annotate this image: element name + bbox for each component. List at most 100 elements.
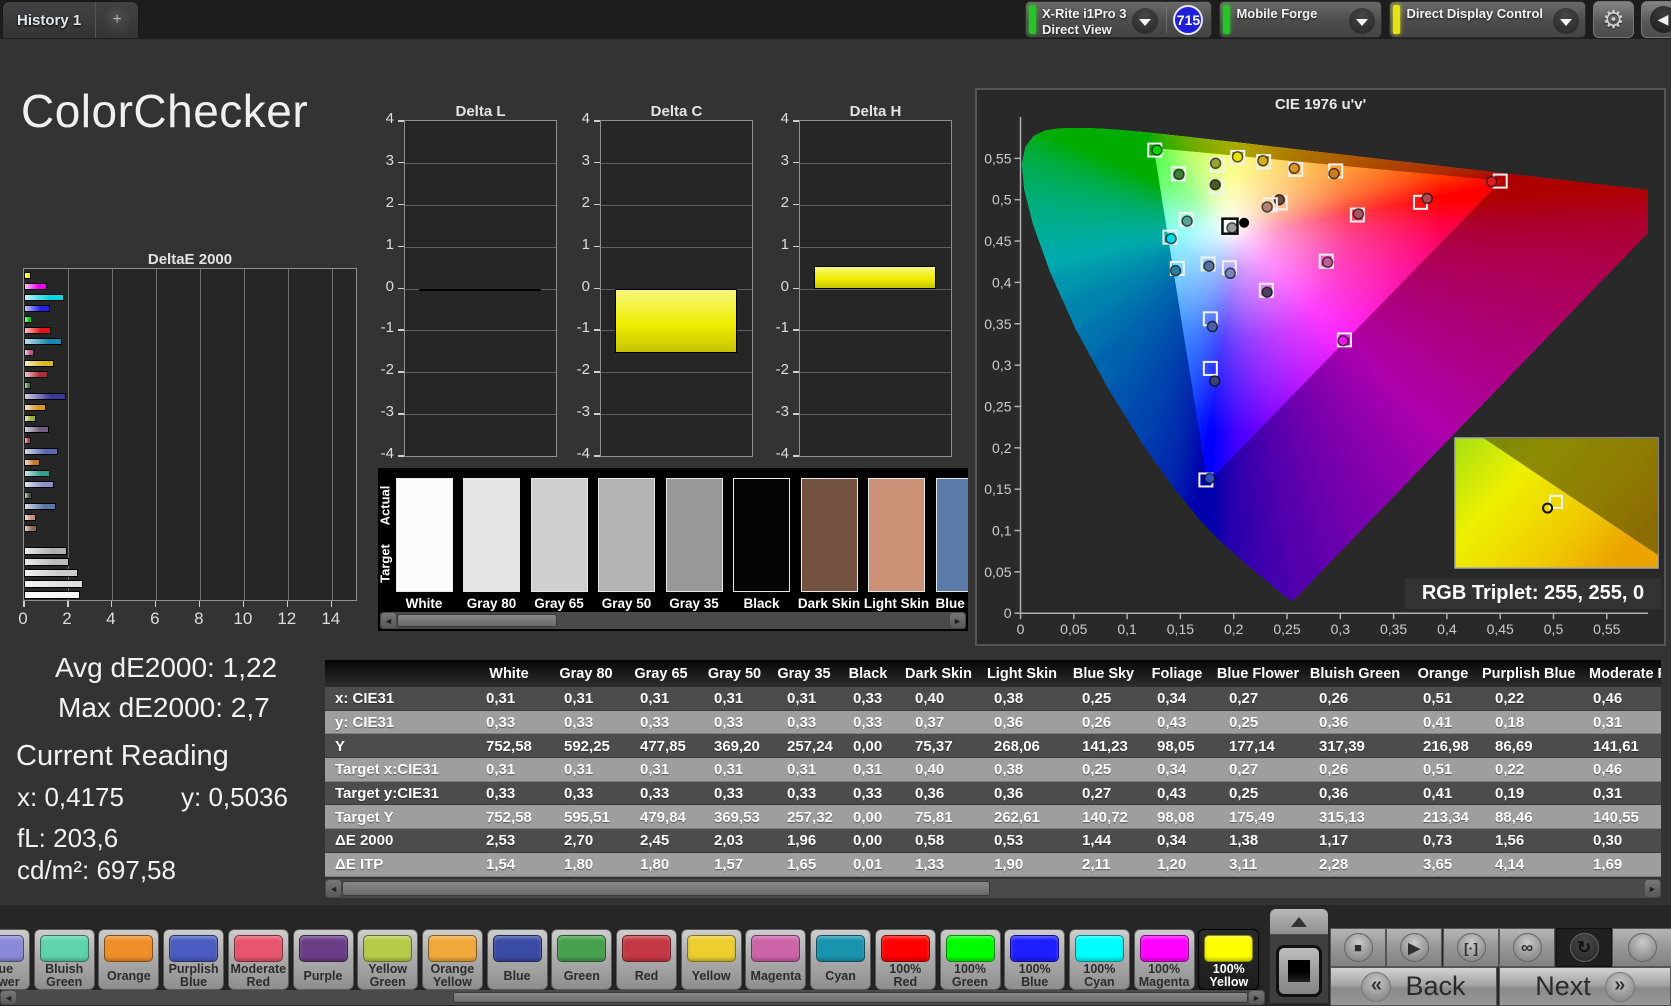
- delta-bar: [615, 288, 737, 354]
- scroll-right-arrow[interactable]: ►: [1249, 991, 1264, 1004]
- patch-button-orange[interactable]: Orange: [98, 929, 160, 990]
- scroll-left-arrow[interactable]: ◄: [381, 613, 396, 628]
- cell: 0,31: [698, 687, 771, 711]
- cell: 752,58: [470, 734, 548, 759]
- stop-button[interactable]: ■: [1330, 928, 1386, 967]
- y-tick-label: 0,45: [984, 233, 1011, 249]
- page-title: ColorChecker: [21, 85, 309, 137]
- bar-100-cyan: [24, 293, 64, 301]
- back-button[interactable]: « Back: [1330, 967, 1497, 1006]
- refresh-button[interactable]: ↻: [1556, 928, 1612, 967]
- scroll-right-arrow[interactable]: ►: [1645, 880, 1660, 897]
- patch-button-bluish-green[interactable]: Bluish Green: [33, 929, 95, 990]
- tick-label: -4: [775, 445, 789, 462]
- bottom-control-bar: Blue Flower Bluish Green Orange Purplish Bl…: [0, 905, 1671, 1006]
- patch-button-label: 100% Green: [951, 962, 989, 989]
- stat-fl: fL: 203,6: [17, 823, 119, 853]
- meter-2[interactable]: Mobile Forge: [1219, 1, 1383, 38]
- top-tab-bar: History 1 + X-Rite i1Pro 3 Direct View 715…: [0, 0, 1671, 39]
- tick-label: -3: [775, 403, 789, 421]
- patch-button-magenta[interactable]: Magenta: [745, 929, 807, 990]
- patch-button-100-magenta[interactable]: 100% Magenta: [1133, 929, 1195, 990]
- cell: 0,00: [837, 734, 899, 759]
- patch-button-yellow-green[interactable]: Yellow Green: [357, 929, 419, 990]
- cell: 98,05: [1141, 734, 1213, 759]
- play-button[interactable]: ▶: [1386, 928, 1442, 967]
- patch-button-cyan[interactable]: Cyan: [810, 929, 872, 990]
- tick-label: -4: [380, 445, 394, 462]
- cell: 315,13: [1303, 805, 1407, 830]
- dropdown-arrow-icon[interactable]: [1132, 8, 1159, 34]
- patch-window-button[interactable]: [1276, 945, 1322, 997]
- tick: [398, 245, 404, 248]
- tick: [793, 287, 799, 289]
- tick-label: 1: [385, 235, 394, 253]
- patch-button-100-blue[interactable]: 100% Blue: [1004, 929, 1066, 990]
- swatch-comparison-panel: Actual Target White Gray 80 Gray 65 Gray 50 Gr…: [378, 468, 968, 631]
- scrollbar-thumb[interactable]: [453, 992, 1248, 1003]
- patch-color-chip: [1010, 935, 1060, 962]
- tick-label: 0: [18, 609, 28, 628]
- cell: 0,25: [1066, 758, 1141, 782]
- patch-button-blue-flower[interactable]: Blue Flower: [0, 929, 30, 990]
- col-header: Gray 50: [698, 660, 771, 687]
- scroll-right-arrow[interactable]: ►: [950, 613, 965, 628]
- tick-label: 2: [62, 609, 72, 628]
- patch-button-100-green[interactable]: 100% Green: [939, 929, 1001, 990]
- target-label: Target: [378, 544, 393, 583]
- patch-scrollbar[interactable]: ◄ ►: [0, 990, 1265, 1005]
- cell: 0,40: [899, 687, 978, 711]
- meter-separator: [1166, 6, 1168, 33]
- cell: 1,96: [771, 829, 837, 853]
- table-row: Target x:CIE31 0,31 0,31 0,31 0,31 0,31 0,31 0,…: [325, 758, 1661, 782]
- expand-up-button[interactable]: [1270, 909, 1328, 935]
- scrollbar-thumb[interactable]: [397, 614, 557, 627]
- table-scrollbar[interactable]: ◄ ►: [325, 879, 1661, 898]
- settings-button[interactable]: ⚙: [1593, 1, 1634, 38]
- col-header: Blue Sky: [1066, 660, 1141, 687]
- patch-color-chip: [39, 935, 89, 962]
- tab-history-1[interactable]: History 1: [3, 2, 95, 38]
- patch-button-yellow[interactable]: Yellow: [680, 929, 742, 990]
- blank-button[interactable]: [1612, 928, 1671, 967]
- patch-button-100-yellow[interactable]: 100% Yellow: [1198, 929, 1260, 990]
- patch-button-moderate-red[interactable]: Moderate Red: [227, 929, 289, 990]
- cell: 0,31: [470, 687, 548, 711]
- swatch-scrollbar[interactable]: ◄ ►: [380, 612, 966, 629]
- next-button[interactable]: Next »: [1499, 967, 1671, 1006]
- scrollbar-thumb[interactable]: [342, 881, 990, 896]
- tick: [398, 287, 404, 289]
- y-tick-label: 0,55: [984, 150, 1011, 166]
- tick-label: 3: [581, 151, 590, 169]
- patch-button-100-red[interactable]: 100% Red: [874, 929, 936, 990]
- patch-button-green[interactable]: Green: [551, 929, 613, 990]
- continuous-button[interactable]: ∞: [1499, 928, 1555, 967]
- patch-button-purplish-blue[interactable]: Purplish Blue: [163, 929, 225, 990]
- gridline: [405, 372, 556, 374]
- gridline: [405, 330, 556, 332]
- patch-button-purple[interactable]: Purple: [292, 929, 354, 990]
- scroll-left-arrow[interactable]: ◄: [326, 880, 341, 897]
- dropdown-arrow-icon[interactable]: [1553, 8, 1579, 34]
- patch-color-chip: [686, 935, 736, 962]
- tick-label: -2: [380, 361, 394, 379]
- cell: 257,32: [771, 805, 837, 830]
- cell: 0,58: [899, 829, 978, 853]
- dropdown-arrow-icon[interactable]: [1349, 8, 1376, 34]
- patch-button-blue[interactable]: Blue: [486, 929, 548, 990]
- collapse-right-button[interactable]: ◀: [1641, 1, 1671, 38]
- single-measure-button[interactable]: [·]: [1443, 928, 1499, 967]
- tick: [398, 161, 404, 164]
- table-row: x: CIE31 0,31 0,31 0,31 0,31 0,31 0,33 0,40 0,38…: [325, 687, 1661, 711]
- y-tick-label: 0,05: [984, 564, 1011, 580]
- bar-purple: [24, 426, 49, 433]
- patch-button-100-cyan[interactable]: 100% Cyan: [1068, 929, 1130, 990]
- meter-1[interactable]: X-Rite i1Pro 3 Direct View 715: [1024, 1, 1213, 38]
- scroll-left-arrow[interactable]: ◄: [1, 991, 16, 1004]
- cell: 0,31: [548, 687, 624, 711]
- patch-button-orange-yellow[interactable]: Orange Yellow: [421, 929, 483, 990]
- meter-3[interactable]: Direct Display Control: [1389, 1, 1586, 38]
- patch-button-red[interactable]: Red: [616, 929, 677, 990]
- add-tab-button[interactable]: +: [96, 2, 138, 38]
- meter-text: Mobile Forge: [1236, 4, 1339, 35]
